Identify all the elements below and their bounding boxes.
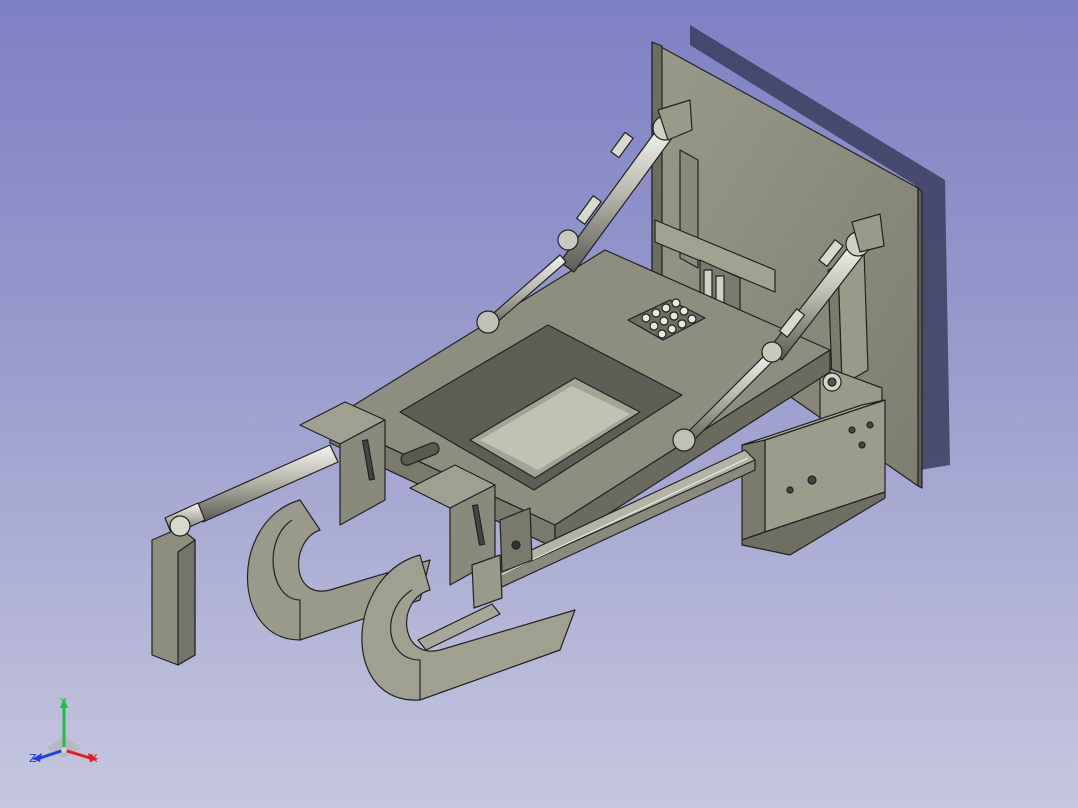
cad-model-view[interactable] xyxy=(0,0,1078,808)
triad-origin xyxy=(61,747,67,753)
3d-viewport[interactable]: Y X Z xyxy=(0,0,1078,808)
axis-triad[interactable]: Y X Z xyxy=(24,692,108,776)
carriage-block xyxy=(741,399,886,556)
z-axis-label: Z xyxy=(29,752,37,765)
x-axis-label: X xyxy=(90,752,98,765)
y-axis-label: Y xyxy=(59,696,67,709)
